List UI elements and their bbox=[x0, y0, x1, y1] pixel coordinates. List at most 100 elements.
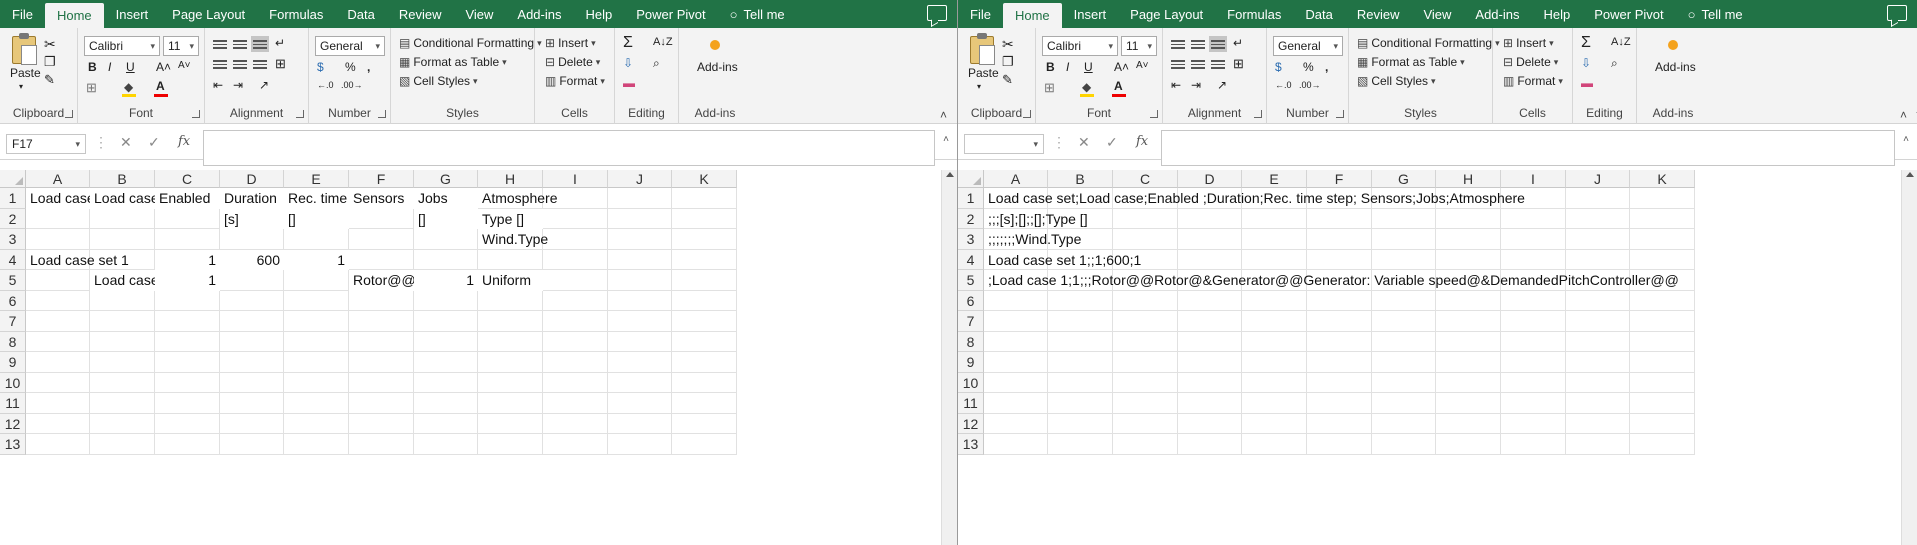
font-color-icon[interactable]: A bbox=[1114, 79, 1123, 93]
cell-J8[interactable] bbox=[1566, 331, 1630, 352]
increase-decimal-icon[interactable]: ←.0 bbox=[317, 80, 334, 90]
column-header-J[interactable]: J bbox=[608, 170, 672, 188]
cell-H6[interactable] bbox=[1436, 290, 1501, 311]
increase-decimal-icon[interactable]: ←.0 bbox=[1275, 80, 1292, 90]
row-header-5[interactable]: 5 bbox=[0, 270, 26, 291]
cell-E6[interactable] bbox=[1242, 290, 1307, 311]
row-header-7[interactable]: 7 bbox=[0, 311, 26, 332]
scroll-up-icon[interactable] bbox=[1906, 172, 1914, 177]
cell-D12[interactable] bbox=[1178, 413, 1242, 434]
center-align-icon[interactable] bbox=[1191, 58, 1205, 70]
cell-K13[interactable] bbox=[672, 434, 737, 455]
cell-I12[interactable] bbox=[543, 413, 608, 434]
cell-G12[interactable] bbox=[1372, 413, 1436, 434]
cell-C3[interactable] bbox=[155, 229, 220, 250]
comma-style-icon[interactable]: , bbox=[1325, 60, 1328, 74]
right-align-icon[interactable] bbox=[1211, 58, 1225, 70]
currency-icon[interactable]: $ bbox=[1275, 60, 1282, 74]
decrease-font-icon[interactable]: A˅ bbox=[1136, 60, 1149, 71]
cell-F12[interactable] bbox=[349, 413, 414, 434]
column-header-A[interactable]: A bbox=[26, 170, 90, 188]
cell-K9[interactable] bbox=[672, 352, 737, 373]
increase-indent-icon[interactable]: ⇥ bbox=[233, 78, 243, 92]
cell-E3[interactable] bbox=[284, 229, 349, 250]
column-header-H[interactable]: H bbox=[1436, 170, 1501, 188]
delete-cells-button[interactable]: ⊟ Delete ▾ bbox=[545, 55, 600, 69]
cell-F12[interactable] bbox=[1307, 413, 1372, 434]
cell-F9[interactable] bbox=[1307, 352, 1372, 373]
row-header-3[interactable]: 3 bbox=[0, 229, 26, 250]
cell-E12[interactable] bbox=[1242, 413, 1307, 434]
row-header-7[interactable]: 7 bbox=[958, 311, 984, 332]
cell-G6[interactable] bbox=[1372, 290, 1436, 311]
increase-font-icon[interactable]: A˄ bbox=[1114, 60, 1129, 74]
middle-align-icon[interactable] bbox=[233, 38, 247, 50]
cell-C9[interactable] bbox=[1113, 352, 1178, 373]
copy-icon[interactable]: ❐ bbox=[44, 54, 56, 70]
cell-F6[interactable] bbox=[1307, 290, 1372, 311]
cell-K11[interactable] bbox=[1630, 393, 1695, 414]
column-header-B[interactable]: B bbox=[90, 170, 155, 188]
cell-J12[interactable] bbox=[1566, 413, 1630, 434]
cell-K2[interactable] bbox=[672, 208, 737, 229]
cell-H9[interactable] bbox=[1436, 352, 1501, 373]
cell-B2[interactable] bbox=[90, 208, 155, 229]
row-header-6[interactable]: 6 bbox=[0, 290, 26, 311]
cell-C2[interactable] bbox=[155, 208, 220, 229]
cell-B12[interactable] bbox=[1048, 413, 1113, 434]
cell-B13[interactable] bbox=[90, 434, 155, 455]
cell-I8[interactable] bbox=[1501, 331, 1566, 352]
cell-E12[interactable] bbox=[284, 413, 349, 434]
enter-check-icon[interactable]: ✓ bbox=[148, 134, 160, 151]
cell-H13[interactable] bbox=[1436, 434, 1501, 455]
row-header-9[interactable]: 9 bbox=[958, 352, 984, 373]
autosum-icon[interactable]: Σ bbox=[1581, 34, 1591, 52]
cell-A10[interactable] bbox=[984, 372, 1048, 393]
column-header-C[interactable]: C bbox=[155, 170, 220, 188]
cell-D6[interactable] bbox=[1178, 290, 1242, 311]
cell-I11[interactable] bbox=[543, 393, 608, 414]
cell-A12[interactable] bbox=[984, 413, 1048, 434]
row-header-2[interactable]: 2 bbox=[958, 208, 984, 229]
cell-G9[interactable] bbox=[1372, 352, 1436, 373]
cell-H10[interactable] bbox=[1436, 372, 1501, 393]
row-header-1[interactable]: 1 bbox=[0, 188, 26, 209]
left-align-icon[interactable] bbox=[1171, 58, 1185, 70]
cell-E6[interactable] bbox=[284, 290, 349, 311]
cell-K12[interactable] bbox=[1630, 413, 1695, 434]
cell-B13[interactable] bbox=[1048, 434, 1113, 455]
cell-I4[interactable] bbox=[543, 249, 608, 270]
number-format-select[interactable]: General ▾ bbox=[1273, 36, 1343, 56]
cell-A8[interactable] bbox=[26, 331, 90, 352]
cell-K4[interactable] bbox=[672, 249, 737, 270]
cell-K7[interactable] bbox=[1630, 311, 1695, 332]
left-align-icon[interactable] bbox=[213, 58, 227, 70]
increase-font-icon[interactable]: A˄ bbox=[156, 60, 171, 74]
cell-F7[interactable] bbox=[1307, 311, 1372, 332]
cell-D10[interactable] bbox=[220, 372, 284, 393]
cell-H7[interactable] bbox=[1436, 311, 1501, 332]
cell-C10[interactable] bbox=[155, 372, 220, 393]
decrease-decimal-icon[interactable]: .00→ bbox=[341, 80, 363, 90]
cell-K12[interactable] bbox=[672, 413, 737, 434]
cell-G11[interactable] bbox=[1372, 393, 1436, 414]
cell-F9[interactable] bbox=[349, 352, 414, 373]
cell-E9[interactable] bbox=[284, 352, 349, 373]
cell-G12[interactable] bbox=[414, 413, 478, 434]
cell-B3[interactable] bbox=[90, 229, 155, 250]
cell-E11[interactable] bbox=[284, 393, 349, 414]
number-launcher-icon[interactable] bbox=[1336, 110, 1344, 118]
cell-B12[interactable] bbox=[90, 413, 155, 434]
cell-A13[interactable] bbox=[26, 434, 90, 455]
cancel-icon[interactable]: ✕ bbox=[1078, 134, 1090, 151]
cell-K11[interactable] bbox=[672, 393, 737, 414]
cell-G6[interactable] bbox=[414, 290, 478, 311]
column-header-G[interactable]: G bbox=[1372, 170, 1436, 188]
tab-insert[interactable]: Insert bbox=[104, 0, 161, 28]
cell-D6[interactable] bbox=[220, 290, 284, 311]
name-box[interactable]: ▾ bbox=[964, 134, 1044, 154]
cell-F11[interactable] bbox=[1307, 393, 1372, 414]
cell-H10[interactable] bbox=[478, 372, 543, 393]
cell-E10[interactable] bbox=[1242, 372, 1307, 393]
cell-J5[interactable] bbox=[608, 270, 672, 291]
